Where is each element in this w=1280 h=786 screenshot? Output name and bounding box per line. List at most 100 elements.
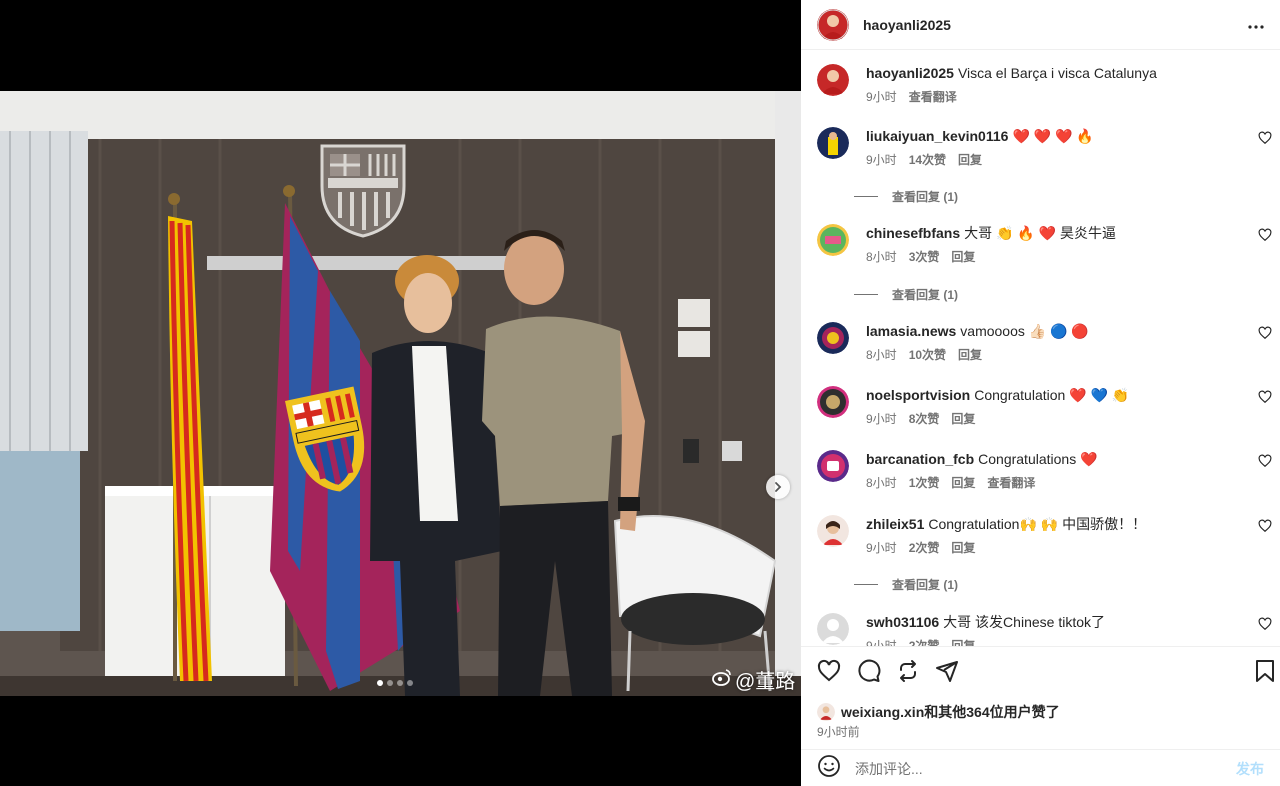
comment-likes[interactable]: 14次赞	[909, 151, 946, 168]
post-timestamp: 9小时前	[817, 725, 860, 739]
add-comment-bar: 发布	[801, 749, 1280, 786]
weibo-watermark: @董路	[712, 665, 795, 694]
commenter-avatar[interactable]	[817, 450, 849, 482]
carousel-dot-active	[377, 680, 383, 686]
comment-likes[interactable]: 8次赞	[909, 410, 940, 427]
comment-text: 大哥	[964, 225, 993, 241]
comment-username[interactable]: liukaiyuan_kevin0116	[866, 128, 1008, 144]
watermark-text: @董路	[735, 671, 796, 693]
heart-emoji-icon: ❤️ ❤️ ❤️ 🔥	[1012, 128, 1094, 144]
like-comment-heart-icon[interactable]	[1258, 519, 1272, 533]
reply-button[interactable]: 回复	[958, 151, 982, 168]
like-comment-heart-icon[interactable]	[1258, 228, 1272, 242]
liker-avatar	[817, 703, 835, 721]
heart-icon[interactable]	[817, 659, 843, 685]
liked-by-summary[interactable]: weixiang.xin和其他364位用户赞了	[817, 702, 1060, 722]
post-side-panel: haoyanli2025 haoyanli2025 Visca el Barça …	[801, 0, 1280, 786]
comment-username[interactable]: barcanation_fcb	[866, 451, 974, 467]
comment-likes[interactable]: 1次赞	[909, 474, 940, 491]
view-replies-label: 查看回复 (1)	[892, 288, 959, 302]
action-bar	[817, 659, 1274, 685]
comment-time[interactable]: 9小时	[866, 410, 897, 427]
like-comment-heart-icon[interactable]	[1258, 617, 1272, 631]
post-comment-button[interactable]: 发布	[1236, 759, 1264, 779]
like-comment-heart-icon[interactable]	[1258, 454, 1272, 468]
caption-time[interactable]: 9小时	[866, 88, 897, 105]
media-pane: @董路	[0, 0, 801, 786]
view-replies-label: 查看回复 (1)	[892, 190, 959, 204]
comment-likes[interactable]: 10次赞	[909, 346, 946, 363]
reply-button[interactable]: 回复	[951, 474, 975, 491]
comment-likes[interactable]: 2次赞	[909, 637, 940, 646]
weibo-icon	[712, 668, 732, 692]
comment-time[interactable]: 8小时	[866, 474, 897, 491]
commenter-avatar[interactable]	[817, 386, 849, 418]
see-translation-link[interactable]: 查看翻译	[909, 88, 957, 105]
emoji-icons: 🙌 🙌	[1019, 516, 1063, 532]
more-options-icon[interactable]	[1248, 16, 1264, 34]
reply-button[interactable]: 回复	[951, 637, 975, 646]
reply-button[interactable]: 回复	[951, 539, 975, 556]
post-photo[interactable]	[0, 91, 801, 696]
comment-username[interactable]: chinesefbfans	[866, 225, 960, 241]
like-comment-heart-icon[interactable]	[1258, 131, 1272, 145]
author-avatar[interactable]	[817, 8, 849, 41]
comment-username[interactable]: lamasia.news	[866, 323, 956, 339]
see-translation-link[interactable]: 查看翻译	[987, 474, 1035, 491]
share-icon[interactable]	[896, 659, 922, 685]
photo-illustration	[0, 91, 801, 696]
view-replies-button[interactable]: 查看回复 (1)	[854, 576, 958, 593]
comment-icon[interactable]	[857, 659, 883, 685]
chevron-right-icon	[772, 481, 784, 493]
comment-likes[interactable]: 2次赞	[909, 539, 940, 556]
carousel-dot	[407, 680, 413, 686]
view-replies-label: 查看回复 (1)	[892, 578, 959, 592]
comment-text: Congratulation	[974, 387, 1066, 403]
commenter-avatar[interactable]	[817, 224, 849, 256]
caption-avatar[interactable]	[817, 64, 849, 96]
reply-button[interactable]: 回复	[951, 248, 975, 265]
carousel-dot	[387, 680, 393, 686]
bookmark-icon[interactable]	[1254, 659, 1280, 685]
comment-text: 大哥 该发Chinese tiktok了	[943, 614, 1105, 630]
comment-time[interactable]: 8小时	[866, 346, 897, 363]
emoji-icons: 👏 🔥 ❤️	[996, 225, 1060, 241]
comment-text: Congratulation	[928, 516, 1020, 532]
comment-time[interactable]: 9小时	[866, 637, 897, 646]
emoji-icon[interactable]	[817, 754, 841, 783]
comment-text: Congratulations	[978, 451, 1077, 467]
comment-time[interactable]: 9小时	[866, 539, 897, 556]
comments-list[interactable]: haoyanli2025 Visca el Barça i visca Catal…	[801, 50, 1280, 646]
comment-text-2: 昊炎牛逼	[1060, 225, 1116, 241]
reply-button[interactable]: 回复	[951, 410, 975, 427]
comment-input[interactable]	[855, 760, 1236, 777]
comment-likes[interactable]: 3次赞	[909, 248, 940, 265]
next-image-button[interactable]	[766, 475, 790, 499]
comment-username[interactable]: zhileix51	[866, 516, 924, 532]
view-replies-button[interactable]: 查看回复 (1)	[854, 188, 958, 205]
commenter-avatar[interactable]	[817, 322, 849, 354]
like-comment-heart-icon[interactable]	[1258, 326, 1272, 340]
comment-text: vamoooos	[960, 323, 1025, 339]
emoji-icons: ❤️	[1080, 451, 1098, 467]
author-username[interactable]: haoyanli2025	[863, 17, 1248, 33]
comment-username[interactable]: swh031106	[866, 614, 939, 630]
like-comment-heart-icon[interactable]	[1258, 390, 1272, 404]
view-replies-button[interactable]: 查看回复 (1)	[854, 286, 958, 303]
commenter-avatar[interactable]	[817, 127, 849, 159]
comment-time[interactable]: 9小时	[866, 151, 897, 168]
reply-button[interactable]: 回复	[958, 346, 982, 363]
emoji-icons: 👍🏻 🔵 🔴	[1028, 323, 1089, 339]
commenter-avatar[interactable]	[817, 515, 849, 547]
commenter-avatar[interactable]	[817, 613, 849, 645]
post-header: haoyanli2025	[801, 0, 1280, 50]
liked-by-text[interactable]: weixiang.xin和其他364位用户赞了	[841, 702, 1060, 722]
carousel-indicator	[377, 680, 413, 686]
send-icon[interactable]	[935, 659, 961, 685]
comment-username[interactable]: noelsportvision	[866, 387, 970, 403]
carousel-dot	[397, 680, 403, 686]
post-actions-area: weixiang.xin和其他364位用户赞了 9小时前 发布	[801, 646, 1280, 786]
comment-time[interactable]: 8小时	[866, 248, 897, 265]
caption-username[interactable]: haoyanli2025	[866, 65, 954, 81]
emoji-icons: ❤️ 💙 👏	[1069, 387, 1130, 403]
